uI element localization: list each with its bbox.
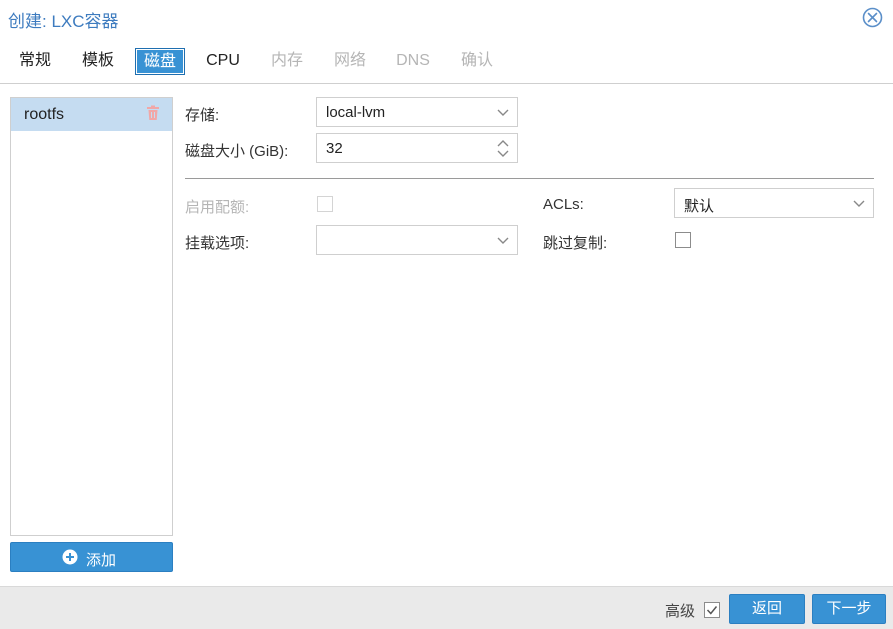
tab-disks[interactable]: 磁盘 bbox=[135, 48, 185, 75]
advanced-label: 高级 bbox=[665, 603, 696, 620]
quota-checkbox bbox=[317, 196, 333, 212]
quota-label: 启用配额: bbox=[185, 199, 250, 216]
mount-options-label: 挂载选项: bbox=[185, 235, 250, 252]
plus-circle-icon bbox=[62, 549, 78, 565]
tab-dns: DNS bbox=[396, 52, 430, 69]
tab-confirm: 确认 bbox=[460, 52, 493, 69]
disk-size-value: 32 bbox=[326, 140, 343, 157]
spinner-arrows-icon[interactable] bbox=[497, 139, 509, 158]
tab-cpu[interactable]: CPU bbox=[199, 48, 247, 75]
mount-options-select[interactable] bbox=[316, 225, 518, 255]
window-title: 创建: LXC容器 bbox=[8, 12, 119, 31]
add-disk-label: 添加 bbox=[86, 552, 117, 569]
close-icon[interactable] bbox=[862, 7, 883, 28]
chevron-down-icon bbox=[853, 200, 865, 207]
storage-select[interactable]: local-lvm bbox=[316, 97, 518, 127]
skip-replication-checkbox[interactable] bbox=[675, 232, 691, 248]
storage-value: local-lvm bbox=[326, 104, 386, 121]
tab-network: 网络 bbox=[333, 52, 366, 69]
disk-size-label: 磁盘大小 (GiB): bbox=[185, 143, 289, 160]
tab-template[interactable]: 模板 bbox=[74, 48, 122, 75]
next-button[interactable]: 下一步 bbox=[812, 594, 886, 624]
trash-icon[interactable] bbox=[146, 105, 160, 121]
disk-item-rootfs[interactable]: rootfs bbox=[11, 98, 172, 131]
tab-memory: 内存 bbox=[270, 52, 303, 69]
tab-general[interactable]: 常规 bbox=[11, 48, 59, 75]
disk-item-label: rootfs bbox=[24, 106, 65, 123]
skip-replication-label: 跳过复制: bbox=[543, 235, 608, 252]
acls-label: ACLs: bbox=[543, 196, 584, 213]
disk-size-stepper[interactable]: 32 bbox=[316, 133, 518, 163]
advanced-checkbox[interactable] bbox=[704, 602, 720, 618]
chevron-down-icon bbox=[497, 109, 509, 116]
disk-list: rootfs bbox=[10, 97, 173, 536]
window-titlebar: 创建: LXC容器 bbox=[0, 0, 893, 36]
chevron-down-icon bbox=[497, 237, 509, 244]
back-button[interactable]: 返回 bbox=[729, 594, 805, 624]
acls-select[interactable]: 默认 bbox=[674, 188, 874, 218]
storage-label: 存储: bbox=[185, 107, 220, 124]
acls-value: 默认 bbox=[684, 198, 715, 215]
wizard-tab-bar: 常规 模板 磁盘 CPU 内存 网络 DNS 确认 bbox=[0, 44, 893, 84]
add-disk-button[interactable]: 添加 bbox=[10, 542, 173, 572]
dialog-footer: 高级 返回 下一步 bbox=[0, 586, 893, 629]
section-separator bbox=[185, 178, 874, 179]
